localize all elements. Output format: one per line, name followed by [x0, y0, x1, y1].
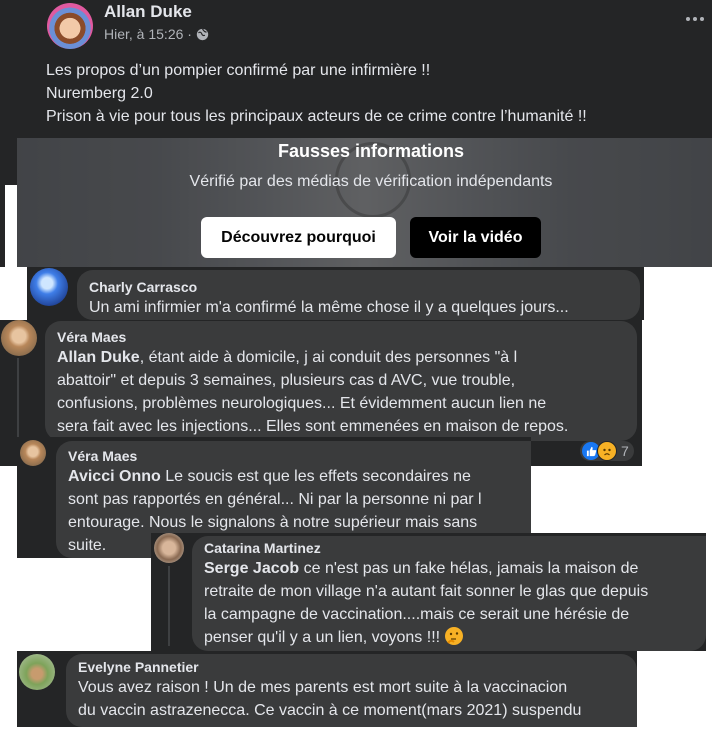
- comment-author-5[interactable]: Evelyne Pannetier: [78, 658, 625, 676]
- more-dots-icon[interactable]: [684, 12, 706, 24]
- see-video-button[interactable]: Voir la vidéo: [410, 217, 541, 258]
- thread-line-4: [168, 566, 170, 646]
- comment-4-line-2: retraite de mon village n'a autant fait …: [204, 583, 649, 600]
- thread-line: [17, 358, 19, 438]
- post-text-line-2: Nuremberg 2.0: [46, 85, 153, 102]
- comment-bubble-1: Charly Carrasco Un ami infirmier m'a con…: [77, 270, 640, 320]
- comment-4-line-1: ce n'est pas un fake hélas, jamais la ma…: [299, 560, 639, 577]
- left-edge-divider: [0, 185, 5, 267]
- learn-why-label: Découvrez pourquoi: [221, 228, 376, 246]
- comment-2-line-2: abattoir" et depuis 3 semaines, plusieur…: [57, 372, 516, 389]
- false-info-subtitle: Vérifié par des médias de vérification i…: [189, 173, 553, 190]
- commenter-avatar-3[interactable]: [20, 440, 46, 466]
- post-time[interactable]: Hier, à 15:26: [104, 26, 183, 42]
- commenter-avatar-2[interactable]: [1, 320, 37, 356]
- reaction-count: 7: [621, 443, 629, 459]
- post-text-line-1: Les propos d’un pompier confirmé par une…: [46, 62, 431, 79]
- comment-3-line-1: Le soucis est que les effets secondaires…: [160, 468, 471, 485]
- false-info-title: Fausses informations: [277, 141, 465, 161]
- comment-3-line-4: suite.: [68, 537, 107, 554]
- post-text-line-3: Prison à vie pour tous les principaux ac…: [46, 108, 587, 125]
- comment-mention-3[interactable]: Avicci Onno: [68, 468, 161, 485]
- thinking-face-icon: [444, 627, 463, 645]
- comment-bubble-5: Evelyne Pannetier Vous avez raison ! Un …: [66, 654, 637, 727]
- comment-bubble-4: Catarina Martinez Serge Jacob ce n'est p…: [192, 536, 706, 651]
- learn-why-button[interactable]: Découvrez pourquoi: [201, 217, 396, 258]
- commenter-avatar-1[interactable]: [30, 268, 68, 306]
- comment-3-line-2: sont pas rapportés en général... Ni par …: [68, 491, 482, 508]
- comment-2-line-4: sera fait avec les injections... Elles s…: [57, 418, 569, 435]
- comment-text-2: Allan Duke, étant aide à domicile, j ai …: [57, 346, 625, 438]
- comment-author-1[interactable]: Charly Carrasco: [89, 278, 628, 296]
- see-video-label: Voir la vidéo: [428, 228, 523, 246]
- comment-4-line-4: penser qu'il y a un lien, voyons !!!: [204, 629, 445, 646]
- comment-author-3[interactable]: Véra Maes: [68, 447, 519, 465]
- sad-reaction-icon: [597, 441, 617, 461]
- comment-5-line-1: Vous avez raison ! Un de mes parents est…: [78, 679, 568, 696]
- post-author-name[interactable]: Allan Duke: [104, 2, 192, 22]
- commenter-avatar-4[interactable]: [154, 533, 184, 563]
- globe-icon: [196, 28, 209, 44]
- comment-text-4: Serge Jacob ce n'est pas un fake hélas, …: [204, 557, 694, 649]
- comment-3-line-3: entourage. Nous le signalons à notre sup…: [68, 514, 478, 531]
- comment-author-4[interactable]: Catarina Martinez: [204, 539, 694, 557]
- comment-author-2[interactable]: Véra Maes: [57, 328, 625, 346]
- commenter-avatar-5[interactable]: [19, 654, 55, 690]
- comment-text-5: Vous avez raison ! Un de mes parents est…: [78, 676, 625, 722]
- comment-mention-2[interactable]: Allan Duke: [57, 349, 140, 366]
- reaction-summary[interactable]: 7: [580, 441, 634, 461]
- post-meta: Hier, à 15:26 ·: [104, 26, 209, 44]
- comment-bubble-2: Véra Maes Allan Duke, étant aide à domic…: [45, 321, 637, 441]
- comment-2-line-1: , étant aide à domicile, j ai conduit de…: [139, 349, 518, 366]
- post-meta-separator: ·: [187, 26, 192, 42]
- post-author-avatar[interactable]: [47, 3, 93, 49]
- comment-text-1: Un ami infirmier m'a confirmé la même ch…: [89, 299, 569, 316]
- comment-5-line-2: du vaccin astrazenecca. Ce vaccin à ce m…: [78, 702, 582, 719]
- comment-mention-4[interactable]: Serge Jacob: [204, 560, 299, 577]
- comment-4-line-3: la campagne de vaccination....mais ce se…: [204, 606, 630, 623]
- comment-2-line-3: confusions, problèmes neurologiques... E…: [57, 395, 547, 412]
